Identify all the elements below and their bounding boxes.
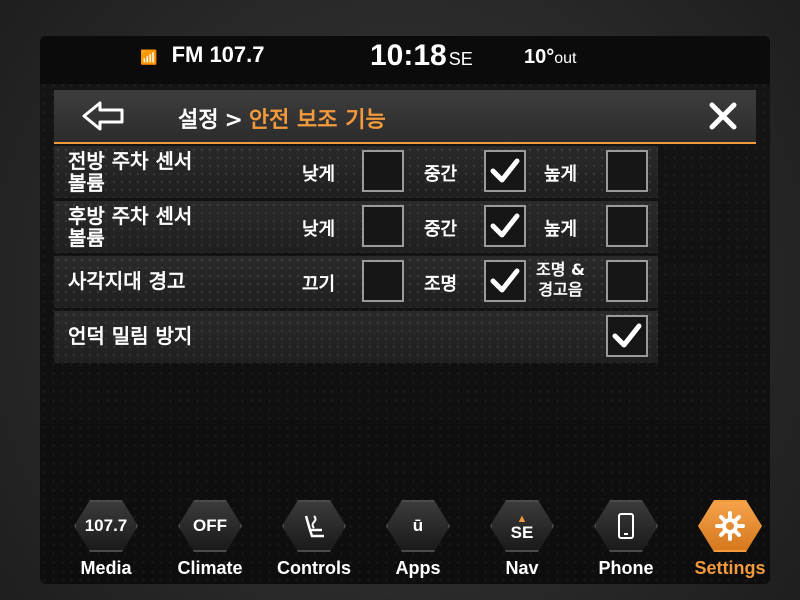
checkmark-icon xyxy=(490,213,520,238)
breadcrumb-separator: > xyxy=(224,108,243,133)
compass-heading-label: SE xyxy=(510,523,534,542)
checkbox-blindspot-lights[interactable] xyxy=(484,260,526,302)
outside-temperature: 10°out xyxy=(524,46,577,69)
checkbox-rear-low[interactable] xyxy=(362,205,404,247)
checkbox-rear-high[interactable] xyxy=(606,205,648,247)
clock: 10:18 SE xyxy=(370,39,473,73)
clock-time: 10:18 xyxy=(370,39,447,72)
antenna-icon: 📶 xyxy=(140,49,158,65)
nav-label: Apps xyxy=(395,558,441,578)
option-label-line2: 경고음 xyxy=(538,280,583,299)
setting-label-line1: 전방 주차 센서 xyxy=(68,149,193,173)
checkbox-front-low[interactable] xyxy=(362,150,404,192)
gear-icon xyxy=(698,500,762,552)
setting-label-line1: 후방 주차 센서 xyxy=(68,204,193,228)
option-label-low: 낮게 xyxy=(302,164,336,185)
checkbox-front-high[interactable] xyxy=(606,150,648,192)
nav-label: Phone xyxy=(598,558,654,578)
checkmark-icon xyxy=(612,323,642,348)
checkbox-blindspot-off[interactable] xyxy=(362,260,404,302)
settings-header: 설정 > 안전 보조 기능 xyxy=(54,90,756,144)
setting-label-line2: 볼륨 xyxy=(68,226,105,250)
climate-icon: OFF xyxy=(178,500,242,552)
nav-label: Climate xyxy=(177,558,243,578)
infotainment-screen: 📶 FM 107.7 10:18 SE 10°out 설정 > 안전 보조 기능 전 xyxy=(40,36,770,584)
setting-row-blind-spot-alert: 사각지대 경고 끄기 조명 조명 & 경고음 xyxy=(54,256,658,308)
option-label-low: 낮게 xyxy=(302,219,336,240)
checkbox-front-medium[interactable] xyxy=(484,150,526,192)
apps-icon: ū xyxy=(386,500,450,552)
breadcrumb-current: 안전 보조 기능 xyxy=(248,108,386,133)
setting-label: 전방 주차 센서 볼륨 xyxy=(68,150,268,194)
back-arrow-icon xyxy=(82,101,124,131)
nav-label: Nav xyxy=(505,558,539,578)
back-button[interactable] xyxy=(76,96,132,136)
checkmark-icon xyxy=(490,158,520,183)
setting-row-rear-park-assist: 후방 주차 센서 볼륨 낮게 중간 높게 xyxy=(54,201,658,253)
option-label-medium: 중간 xyxy=(424,164,458,185)
checkmark-icon xyxy=(490,268,520,293)
bottom-nav: 107.7 Media OFF Climate Controls ū Apps … xyxy=(54,494,766,584)
nav-label: Controls xyxy=(277,558,351,578)
setting-row-front-park-assist: 전방 주차 센서 볼륨 낮게 중간 높게 xyxy=(54,146,658,198)
status-bar: 📶 FM 107.7 10:18 SE 10°out xyxy=(40,36,770,84)
compass-icon: ▲ SE xyxy=(490,500,554,552)
nav-apps[interactable]: ū Apps xyxy=(366,494,470,584)
nav-media[interactable]: 107.7 Media xyxy=(54,494,158,584)
close-icon xyxy=(709,102,737,130)
breadcrumb: 설정 > 안전 보조 기능 xyxy=(178,102,386,134)
checkbox-blindspot-lights-chime[interactable] xyxy=(606,260,648,302)
option-label-line1: 조명 & xyxy=(536,260,585,279)
compass-heading: SE xyxy=(448,49,473,69)
nav-label: Settings xyxy=(694,558,766,578)
temperature-value: 10° xyxy=(524,46,555,68)
breadcrumb-root[interactable]: 설정 xyxy=(178,108,218,133)
setting-label: 후방 주차 센서 볼륨 xyxy=(68,205,268,249)
option-label-high: 높게 xyxy=(544,164,578,185)
radio-status[interactable]: 📶 FM 107.7 xyxy=(140,42,265,68)
setting-label: 사각지대 경고 xyxy=(68,269,186,293)
checkbox-rear-medium[interactable] xyxy=(484,205,526,247)
temperature-unit: out xyxy=(554,50,577,67)
option-label-off: 끄기 xyxy=(302,274,336,295)
setting-row-hill-start-assist: 언덕 밀림 방지 xyxy=(54,311,658,363)
checkbox-hill-start[interactable] xyxy=(606,315,648,357)
radio-frequency: FM 107.7 xyxy=(171,42,265,67)
option-label-medium: 중간 xyxy=(424,219,458,240)
option-label-high: 높게 xyxy=(544,219,578,240)
nav-controls[interactable]: Controls xyxy=(262,494,366,584)
nav-settings[interactable]: Settings xyxy=(678,494,770,584)
nav-climate[interactable]: OFF Climate xyxy=(158,494,262,584)
option-label-lights-chime: 조명 & 경고음 xyxy=(536,260,585,300)
close-button[interactable] xyxy=(700,96,746,136)
phone-icon xyxy=(594,500,658,552)
seat-controls-icon xyxy=(282,500,346,552)
media-icon: 107.7 xyxy=(74,500,138,552)
option-label-lights: 조명 xyxy=(424,274,458,295)
setting-label: 언덕 밀림 방지 xyxy=(68,324,193,348)
nav-label: Media xyxy=(80,558,132,578)
nav-phone[interactable]: Phone xyxy=(574,494,678,584)
settings-list: 전방 주차 센서 볼륨 낮게 중간 높게 후방 주차 센서 볼륨 낮게 중간 높… xyxy=(54,146,658,366)
nav-nav[interactable]: ▲ SE Nav xyxy=(470,494,574,584)
setting-label-line2: 볼륨 xyxy=(68,171,105,195)
